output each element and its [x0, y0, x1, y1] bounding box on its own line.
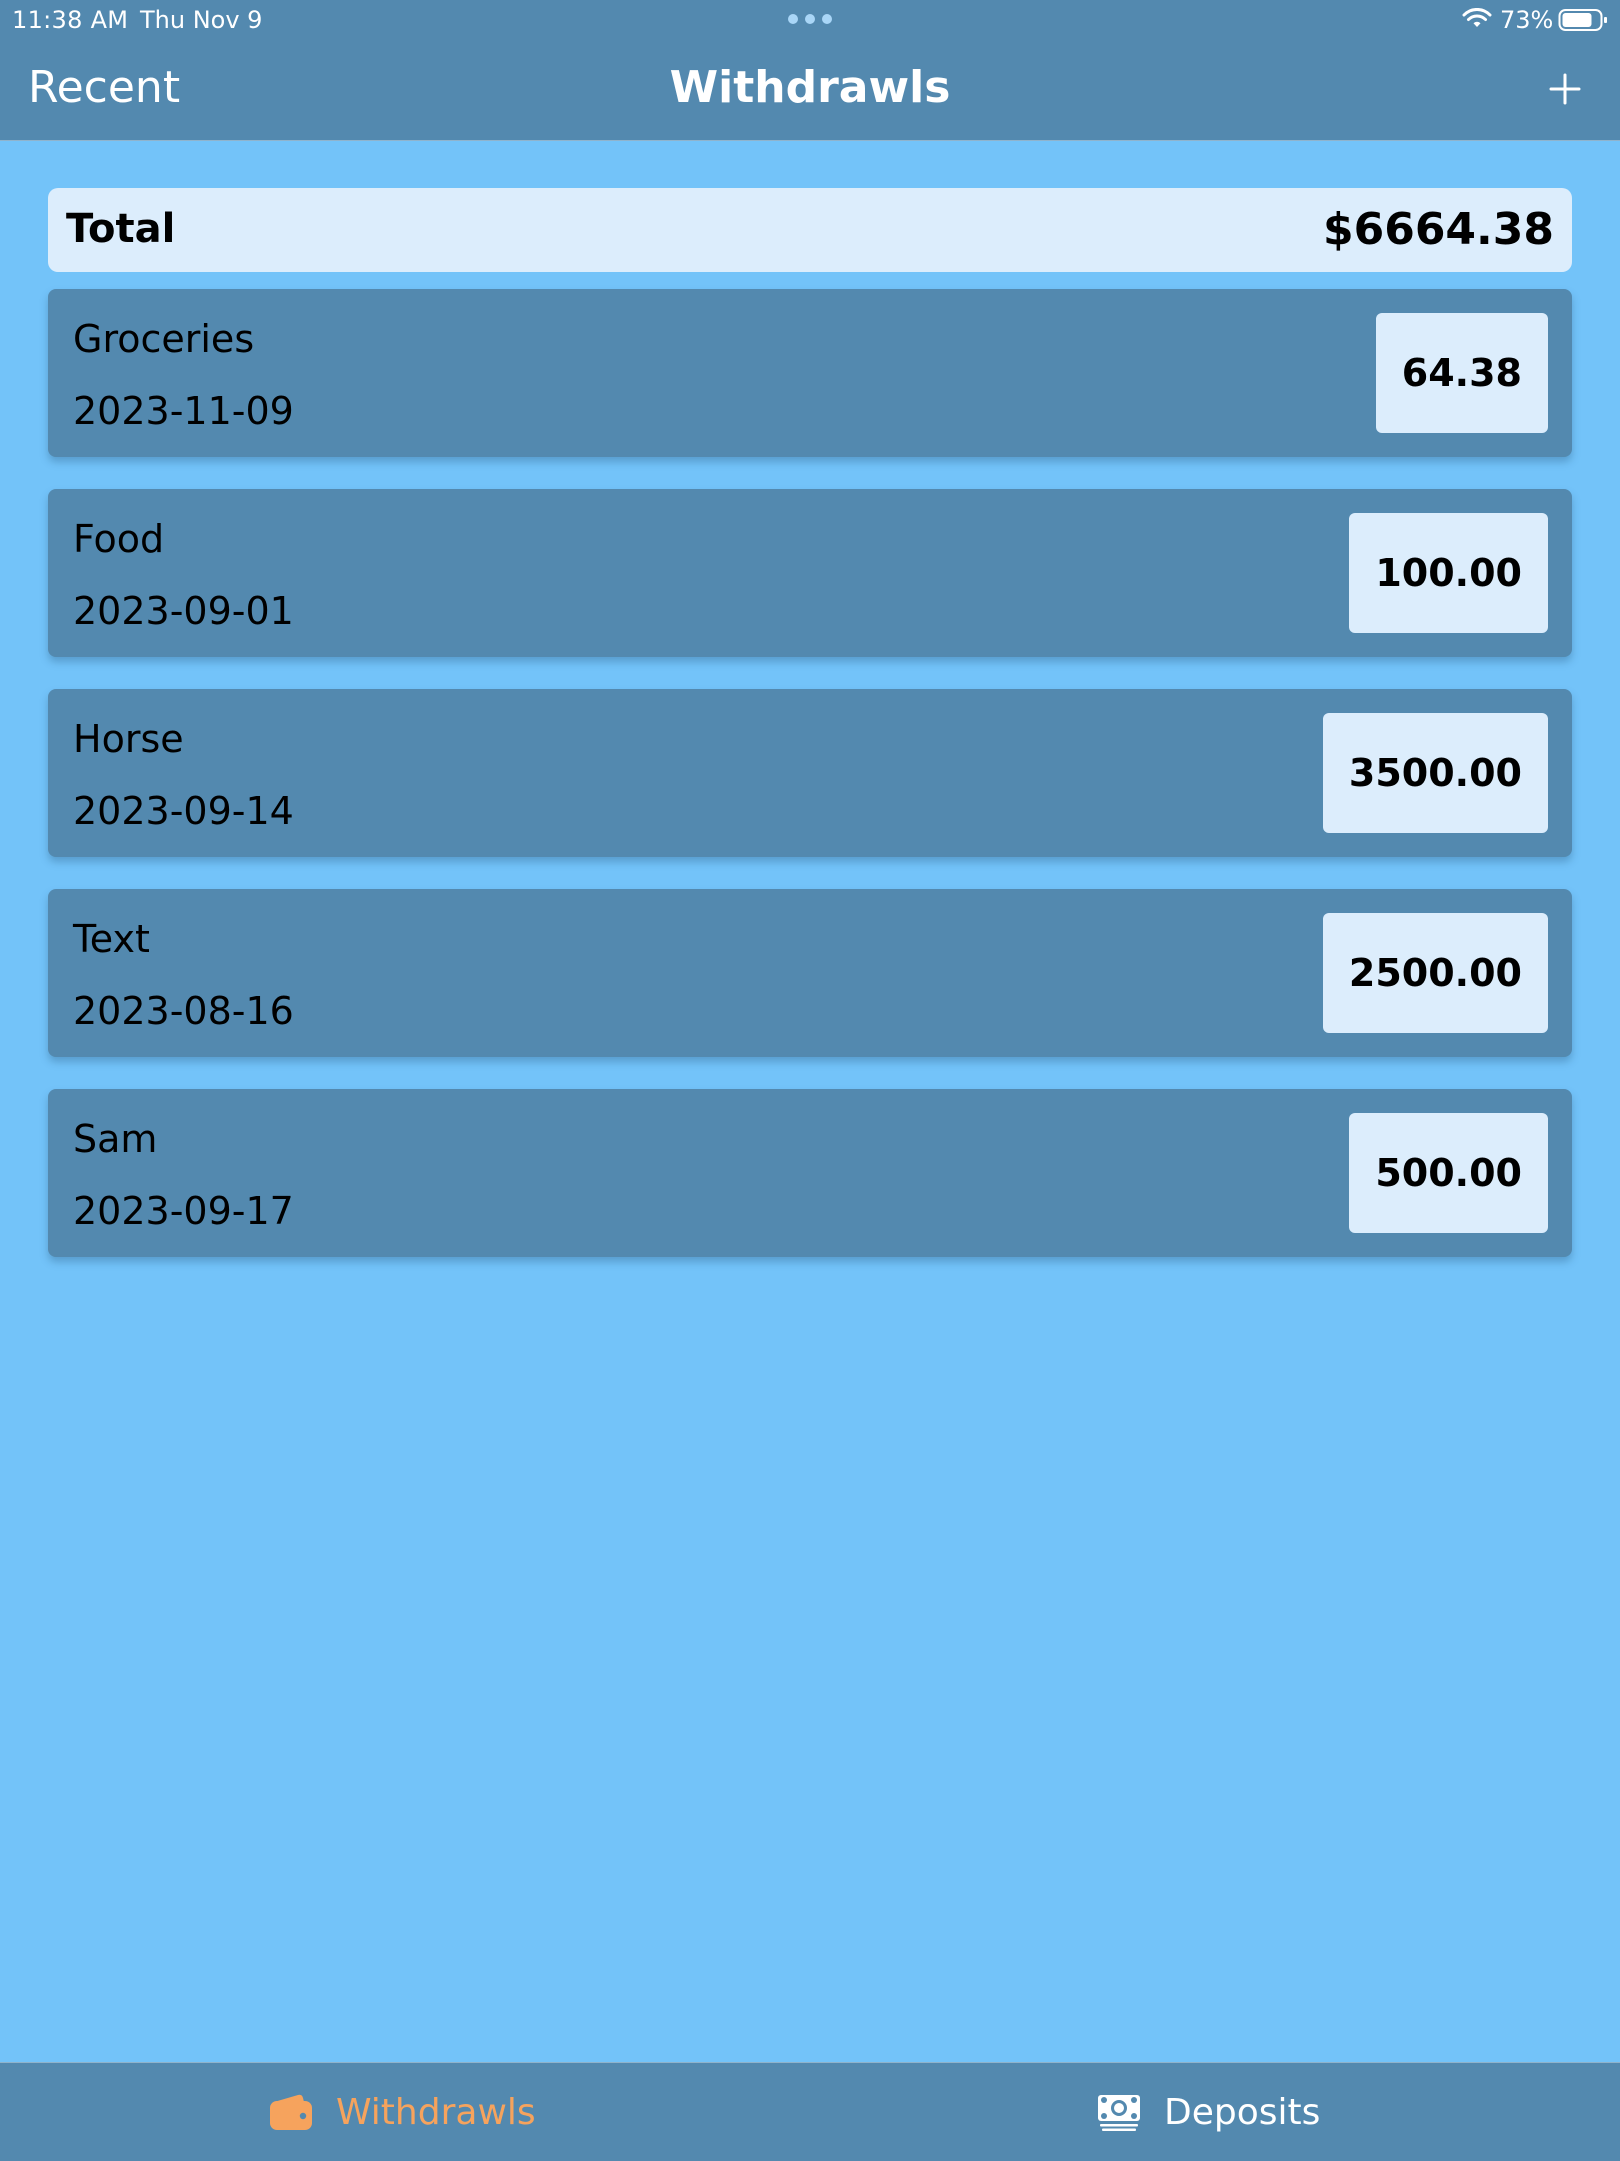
withdrawal-date: 2023-11-09: [73, 389, 294, 433]
withdrawal-name: Food: [73, 517, 165, 561]
withdrawal-amount: 3500.00: [1322, 713, 1548, 833]
page-title: Withdrawls: [669, 62, 951, 113]
withdrawal-date: 2023-09-17: [73, 1189, 294, 1233]
withdrawal-row[interactable]: Groceries 2023-11-09 64.38: [48, 289, 1572, 457]
banknote-icon: [1098, 2095, 1140, 2131]
withdrawal-name: Horse: [73, 717, 184, 761]
withdrawal-row[interactable]: Text 2023-08-16 2500.00: [48, 889, 1572, 1057]
tab-bar: Withdrawls Deposits: [0, 2062, 1620, 2161]
withdrawal-row[interactable]: Horse 2023-09-14 3500.00: [48, 689, 1572, 857]
withdrawal-row[interactable]: Food 2023-09-01 100.00: [48, 489, 1572, 657]
withdrawal-row[interactable]: Sam 2023-09-17 500.00: [48, 1089, 1572, 1257]
battery-icon: [1558, 9, 1607, 31]
multitasking-dots-icon[interactable]: [788, 14, 832, 24]
withdrawal-date: 2023-09-14: [73, 789, 294, 833]
total-card: Total $6664.38: [48, 188, 1572, 272]
withdrawal-name: Text: [73, 917, 150, 961]
withdrawal-name: Sam: [73, 1117, 158, 1161]
plus-icon[interactable]: [1548, 72, 1582, 106]
withdrawal-amount: 500.00: [1349, 1113, 1548, 1233]
top-bar: 11:38 AM Thu Nov 9 73% Recent Withdrawls: [0, 0, 1620, 141]
battery-percent: 73%: [1500, 6, 1554, 34]
withdrawal-list: Groceries 2023-11-09 64.38 Food 2023-09-…: [48, 289, 1572, 1289]
tab-withdrawls-label: Withdrawls: [336, 2091, 536, 2133]
withdrawal-name: Groceries: [73, 317, 255, 361]
tab-deposits[interactable]: Deposits: [1096, 2063, 1320, 2161]
tab-deposits-label: Deposits: [1164, 2091, 1321, 2133]
total-value: $6664.38: [1322, 204, 1554, 255]
withdrawal-date: 2023-08-16: [73, 989, 294, 1033]
status-date: Thu Nov 9: [140, 6, 263, 34]
withdrawal-amount: 2500.00: [1322, 913, 1548, 1033]
withdrawal-amount: 64.38: [1375, 313, 1548, 433]
withdrawal-amount: 100.00: [1349, 513, 1548, 633]
status-time: 11:38 AM: [12, 6, 129, 34]
tab-withdrawls[interactable]: Withdrawls: [268, 2063, 536, 2161]
total-label: Total: [66, 206, 176, 252]
wifi-icon: [1462, 8, 1492, 27]
withdrawal-date: 2023-09-01: [73, 589, 294, 633]
wallet-icon: [270, 2094, 312, 2130]
